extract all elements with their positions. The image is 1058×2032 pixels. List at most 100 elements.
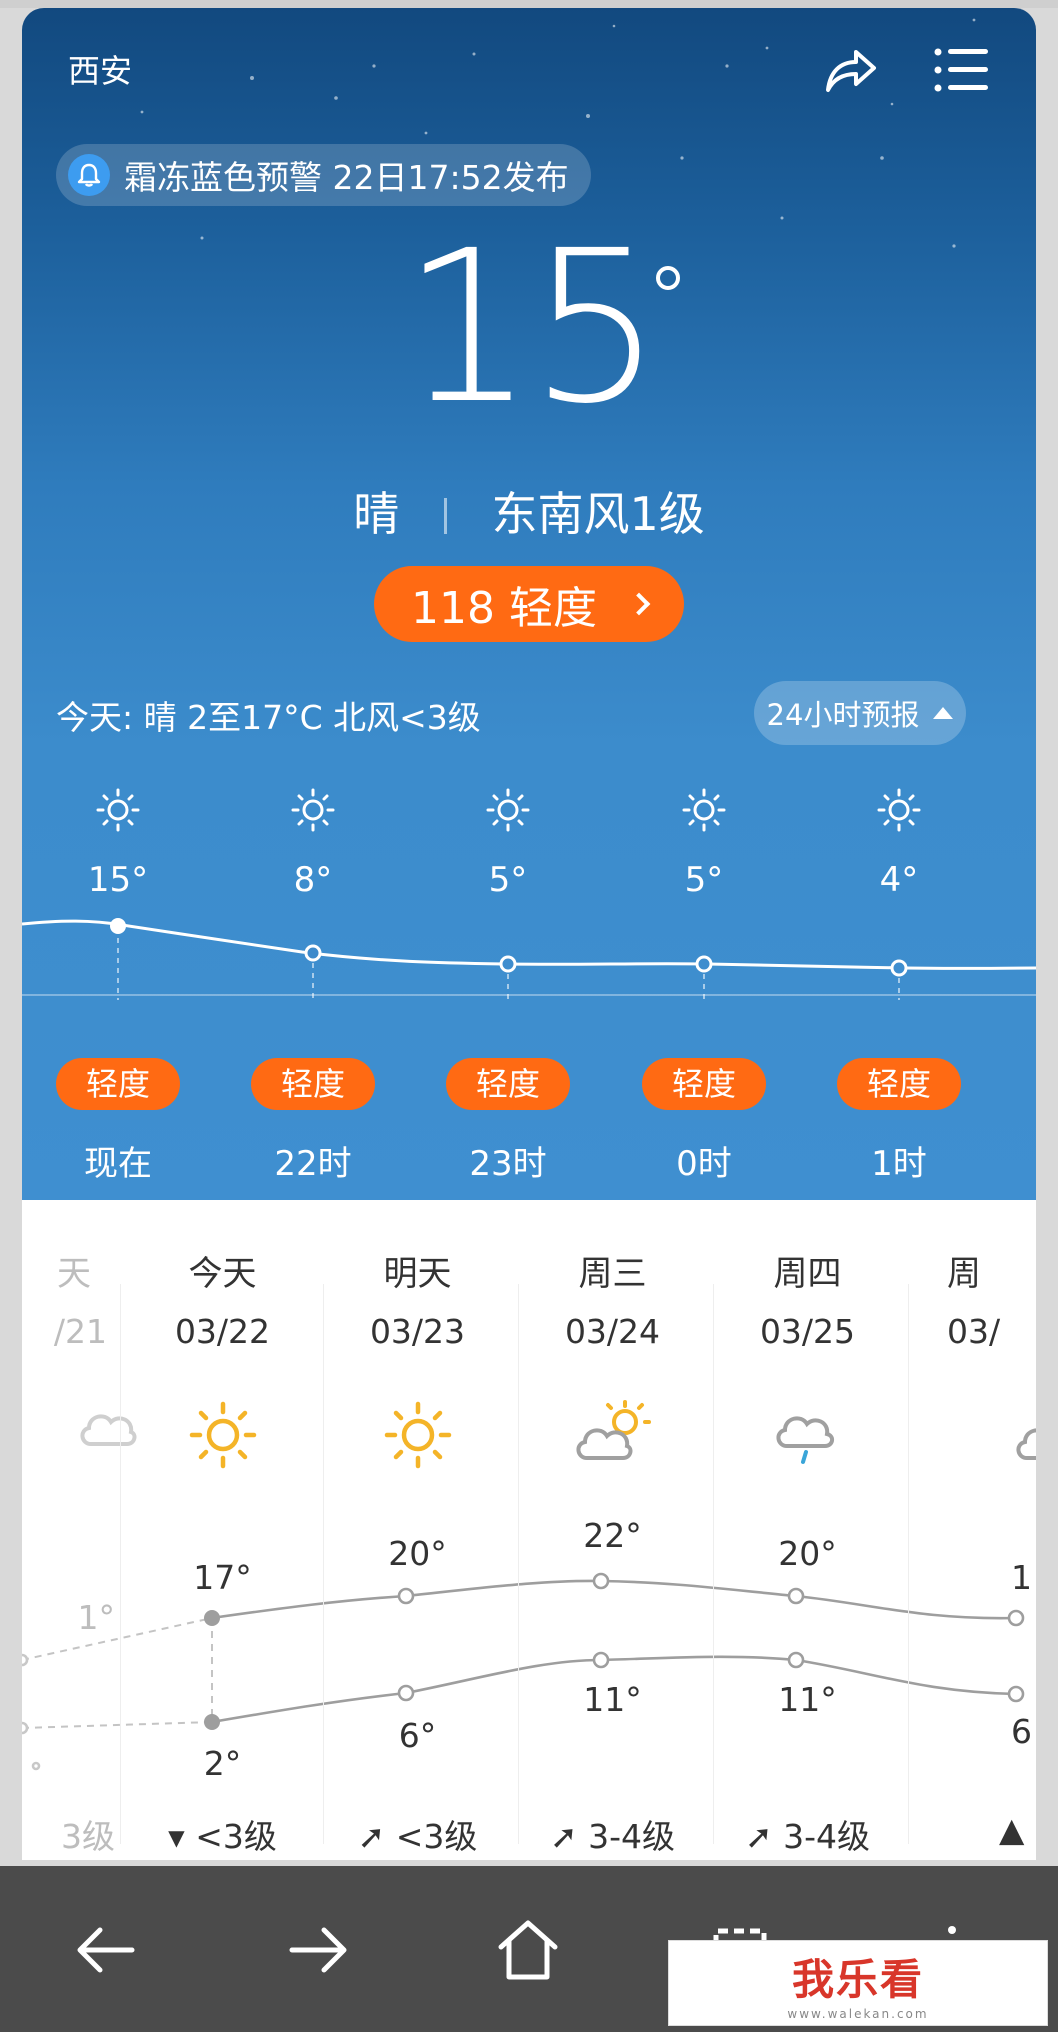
hourly-item[interactable]: 4° 轻度 1时 <box>824 788 974 1184</box>
partly-cloudy-icon <box>1016 1428 1036 1460</box>
hourly-aqi-badge: 轻度 <box>446 1058 570 1110</box>
bell-icon <box>68 154 110 196</box>
wind-direction-icon: ➚ <box>549 1817 578 1856</box>
triangle-up-icon <box>933 707 954 719</box>
daily-wind-row: ➚ <3级 <box>316 1810 519 1858</box>
hourly-time: 22时 <box>274 1144 352 1184</box>
partly-cloudy-icon <box>576 1400 651 1460</box>
condition-line: 晴 东南风1级 <box>22 478 1036 544</box>
watermark-url: www.walekan.com <box>787 2006 929 2021</box>
daily-item-wednesday[interactable]: 周三 03/24 22° 11° ➚ 3-4级 <box>511 1200 714 1860</box>
weather-app-screen: 西安 霜冻蓝色预警 22日17:52发布 15 晴 东南风1级 118 轻度 今… <box>0 0 1058 2032</box>
alert-text: 霜冻蓝色预警 22日17:52发布 <box>124 158 569 197</box>
daily-date: 03/25 <box>759 1312 856 1351</box>
daily-item-next-partial[interactable]: 周 03/ 1 6 ▲ 3- <box>901 1200 1036 1860</box>
frost-warning-chip[interactable]: 霜冻蓝色预警 22日17:52发布 <box>56 144 591 206</box>
current-weather-panel: 西安 霜冻蓝色预警 22日17:52发布 15 晴 东南风1级 118 轻度 今… <box>22 8 1036 1200</box>
arrow-left-icon <box>77 1927 135 1973</box>
hourly-time: 1时 <box>871 1144 927 1184</box>
daily-wind: <3级 <box>195 1817 277 1856</box>
daily-wind: 3-4级 <box>783 1817 871 1856</box>
condition-separator <box>443 498 447 534</box>
sun-icon <box>291 788 335 832</box>
daily-item-tomorrow[interactable]: 明天 03/23 20° 6° ➚ <3级 <box>316 1200 519 1860</box>
sun-icon <box>877 788 921 832</box>
hourly-aqi-badge: 轻度 <box>837 1058 961 1110</box>
current-temperature: 15 <box>22 223 1036 433</box>
hourly-aqi-badge: 轻度 <box>56 1058 180 1110</box>
sun-icon <box>682 788 726 832</box>
daily-item-today[interactable]: 今天 03/22 17° 2° ▾ <3级 <box>121 1200 324 1860</box>
daily-wind: 3- <box>1035 1810 1036 1849</box>
daily-wind: 3-4级 <box>588 1817 676 1856</box>
hourly-item[interactable]: 5° 轻度 0时 <box>629 788 779 1184</box>
daily-forecast-panel: 天 /21 1° 3级 今天 03/22 17° 2° ▾ <3级 明天 03/… <box>22 1200 1036 1860</box>
hourly-forecast: 15° 轻度 现在 8° 轻度 22时 5° 轻度 23时 5° 轻度 0时 4… <box>22 778 1036 1198</box>
daily-day: 周三 <box>578 1254 647 1294</box>
city-name[interactable]: 西安 <box>68 46 132 92</box>
site-watermark: 我乐看 www.walekan.com <box>668 1940 1048 2026</box>
wind-direction-up-icon: ▲ <box>999 1810 1025 1849</box>
daily-item-thursday[interactable]: 周四 03/25 20° 11° ➚ 3-4级 <box>706 1200 909 1860</box>
daily-low: 11° <box>583 1680 642 1719</box>
hourly-temp: 15° <box>87 860 149 900</box>
daily-day: 今天 <box>188 1254 257 1294</box>
hourly-divider-line <box>22 994 1036 996</box>
daily-low: 11° <box>778 1680 837 1719</box>
sun-icon <box>384 1401 451 1469</box>
home-icon <box>498 1920 558 1980</box>
hourly-time: 0时 <box>676 1144 732 1184</box>
sun-icon <box>96 788 140 832</box>
daily-item-previous[interactable]: 天 /21 1° 3级 <box>22 1200 137 1860</box>
daily-high: 20° <box>778 1534 837 1573</box>
daily-high: 22° <box>583 1516 642 1555</box>
daily-date: 03/24 <box>564 1312 661 1351</box>
daily-high-fragment: 1° <box>77 1598 116 1637</box>
wind-direction-icon: ➚ <box>744 1817 773 1856</box>
daily-low: 6° <box>398 1716 437 1755</box>
hourly-aqi-badge: 轻度 <box>251 1058 375 1110</box>
aqi-button[interactable]: 118 轻度 <box>374 566 684 642</box>
hourly-time: 23时 <box>469 1144 547 1184</box>
back-button[interactable] <box>56 1900 156 2000</box>
hourly-item[interactable]: 8° 轻度 22时 <box>238 788 388 1184</box>
forecast-toggle-label: 24小时预报 <box>766 698 920 732</box>
24h-forecast-toggle[interactable]: 24小时预报 <box>754 681 966 745</box>
status-strip <box>0 0 1058 8</box>
temperature-value: 15 <box>401 205 662 450</box>
daily-date: 03/22 <box>174 1312 271 1351</box>
daily-high: 20° <box>388 1534 447 1573</box>
hourly-aqi-badge: 轻度 <box>642 1058 766 1110</box>
daily-date: 03/ <box>947 1312 1001 1351</box>
wind-direction-down-icon: ▾ <box>168 1817 185 1856</box>
share-icon[interactable] <box>822 44 878 96</box>
watermark-title: 我乐看 <box>791 1954 924 2004</box>
rain-cloud-icon <box>776 1416 834 1464</box>
daily-day: 周四 <box>773 1254 842 1294</box>
daily-day: 明天 <box>383 1254 452 1294</box>
hourly-temp: 8° <box>293 860 333 900</box>
hourly-item[interactable]: 15° 轻度 现在 <box>43 788 193 1184</box>
daily-high: 17° <box>193 1558 252 1597</box>
home-button[interactable] <box>478 1900 578 2000</box>
daily-date: 03/23 <box>369 1312 466 1351</box>
today-summary: 今天: 晴 2至17°C 北风<3级 <box>56 698 481 737</box>
wind-direction-icon: ➚ <box>357 1817 386 1856</box>
hourly-temp: 4° <box>879 860 919 900</box>
hourly-item[interactable]: 5° 轻度 23时 <box>433 788 583 1184</box>
hourly-temp: 5° <box>488 860 528 900</box>
menu-list-icon[interactable] <box>934 46 988 94</box>
forward-button[interactable] <box>268 1900 368 2000</box>
chevron-right-icon <box>627 592 651 616</box>
aqi-label: 118 轻度 <box>411 583 597 634</box>
daily-day: 周 <box>947 1254 981 1294</box>
daily-high: 1 <box>1011 1558 1032 1597</box>
wind-text: 东南风1级 <box>491 487 705 541</box>
arrow-right-icon <box>289 1927 347 1973</box>
daily-wind: 3级 <box>61 1817 115 1856</box>
hourly-temp: 5° <box>684 860 724 900</box>
daily-low: 2° <box>203 1744 242 1783</box>
daily-wind-row: ➚ 3-4级 <box>511 1810 714 1858</box>
daily-day: 天 <box>57 1254 91 1294</box>
sun-icon <box>486 788 530 832</box>
